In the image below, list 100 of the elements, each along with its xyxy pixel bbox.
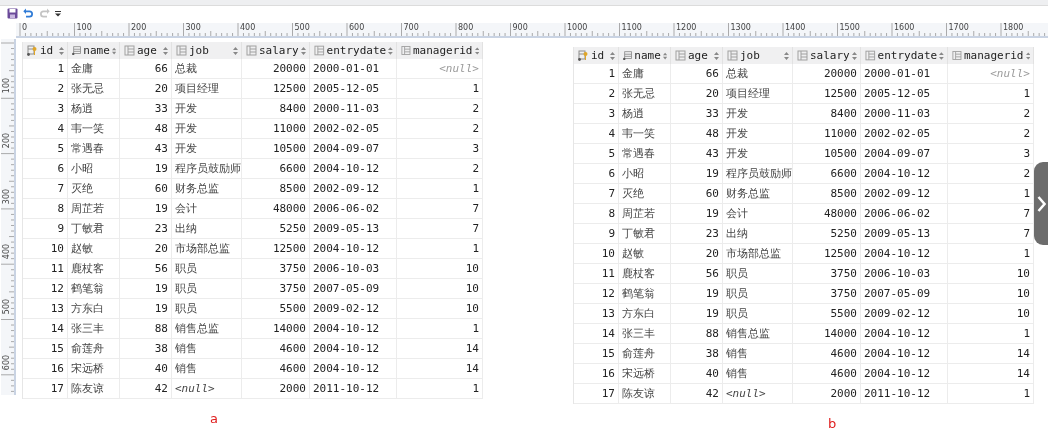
table-cell: 市场部总监 (172, 239, 242, 259)
table-cell: 2009-02-12 (861, 304, 948, 324)
column-header[interactable]: age (120, 42, 172, 59)
table-cell: 2 (23, 79, 68, 99)
sort-icon[interactable] (610, 51, 615, 60)
table-cell: 42 (671, 384, 723, 404)
table-cell: 会计 (172, 199, 242, 219)
ruler-label: 1600 (894, 23, 915, 32)
table-cell: 韦一笑 (68, 119, 120, 139)
table-cell: 56 (120, 259, 172, 279)
column-header[interactable]: entrydate (310, 42, 397, 59)
table-cell: 鹿杖客 (619, 264, 671, 284)
column-header[interactable]: salary (793, 47, 861, 64)
table-cell: 23 (120, 219, 172, 239)
column-header[interactable]: id (574, 47, 619, 64)
table-cell: 1 (23, 59, 68, 79)
table-cell: 6600 (793, 164, 861, 184)
sort-icon[interactable] (388, 46, 393, 55)
table-cell: 14000 (793, 324, 861, 344)
column-header[interactable]: entrydate (861, 47, 948, 64)
sort-icon[interactable] (301, 46, 306, 55)
table-cell: 8 (23, 199, 68, 219)
column-header[interactable]: age (671, 47, 723, 64)
table-cell: 10 (397, 279, 483, 299)
sort-icon[interactable] (939, 51, 944, 60)
ruler-label: 500 (1, 298, 11, 317)
ruler-label: 700 (403, 23, 419, 32)
table-cell: 总裁 (723, 64, 793, 84)
table-cell: 2 (574, 84, 619, 104)
table-cell: 8400 (242, 99, 310, 119)
undo-icon[interactable] (23, 8, 34, 19)
sort-icon[interactable] (784, 51, 789, 60)
table-cell: 丁敏君 (68, 219, 120, 239)
null-cell: <null> (948, 64, 1034, 84)
table-cell: 17 (23, 379, 68, 399)
column-header[interactable]: id (23, 42, 68, 59)
ruler-label: 1800 (1003, 23, 1024, 32)
table-cell: 20000 (793, 64, 861, 84)
table-cell: 66 (671, 64, 723, 84)
table-cell: 2006-10-03 (861, 264, 948, 284)
table-cell: 2005-12-05 (310, 79, 397, 99)
table-cell: 2000-01-01 (861, 64, 948, 84)
column-icon (124, 45, 135, 56)
table-cell: 38 (671, 344, 723, 364)
table-cell: 12500 (793, 84, 861, 104)
table-cell: 1 (397, 179, 483, 199)
table-cell: 14 (948, 344, 1034, 364)
table-cell: 7 (574, 184, 619, 204)
table-cell: 常遇春 (68, 139, 120, 159)
save-icon[interactable] (7, 8, 18, 19)
table-cell: 2 (397, 99, 483, 119)
table-cell: 20 (671, 244, 723, 264)
table-cell: 33 (120, 99, 172, 119)
table-cell: 2 (397, 119, 483, 139)
sort-icon[interactable] (474, 46, 479, 55)
column-icon (727, 50, 738, 61)
sort-icon[interactable] (1025, 51, 1030, 60)
sort-icon[interactable] (163, 46, 168, 55)
table-cell: 俞莲舟 (68, 339, 120, 359)
column-header[interactable]: managerid (397, 42, 483, 59)
table-cell: 15 (574, 344, 619, 364)
table-cell: 2009-05-13 (310, 219, 397, 239)
table-cell: 鹿杖客 (68, 259, 120, 279)
table-cell: 4600 (793, 364, 861, 384)
table-cell: 48 (120, 119, 172, 139)
column-header[interactable]: name (68, 42, 120, 59)
table-cell: 2004-10-12 (861, 364, 948, 384)
table-cell: 1 (948, 244, 1034, 264)
column-header[interactable]: name (619, 47, 671, 64)
table-cell: 12500 (242, 239, 310, 259)
sort-icon[interactable] (714, 51, 719, 60)
table-cell: 38 (120, 339, 172, 359)
next-button[interactable] (1034, 162, 1048, 245)
sort-icon[interactable] (662, 51, 667, 60)
table-cell: 8500 (793, 184, 861, 204)
table-cell: 6600 (242, 159, 310, 179)
dropdown-icon[interactable] (55, 10, 61, 17)
sort-icon[interactable] (59, 46, 64, 55)
table-cell: 12500 (242, 79, 310, 99)
table-cell: 1 (397, 379, 483, 399)
table-cell: 周芷若 (68, 199, 120, 219)
table-cell: 张无忌 (68, 79, 120, 99)
table-cell: 总裁 (172, 59, 242, 79)
sort-icon[interactable] (852, 51, 857, 60)
sort-icon[interactable] (233, 46, 238, 55)
table-cell: 40 (671, 364, 723, 384)
table-cell: 2000 (793, 384, 861, 404)
table-caption: b (828, 416, 837, 431)
column-header[interactable]: salary (242, 42, 310, 59)
table-cell: 3 (574, 104, 619, 124)
column-header[interactable]: managerid (948, 47, 1034, 64)
table-cell: 开发 (723, 124, 793, 144)
ruler-label: 400 (1, 242, 11, 262)
table-cell: 金庸 (68, 59, 120, 79)
sort-icon[interactable] (111, 46, 116, 55)
ruler-label: 100 (1, 76, 11, 96)
column-header[interactable]: job (172, 42, 242, 59)
table-cell: 11000 (242, 119, 310, 139)
table-cell: 17 (574, 384, 619, 404)
column-header[interactable]: job (723, 47, 793, 64)
